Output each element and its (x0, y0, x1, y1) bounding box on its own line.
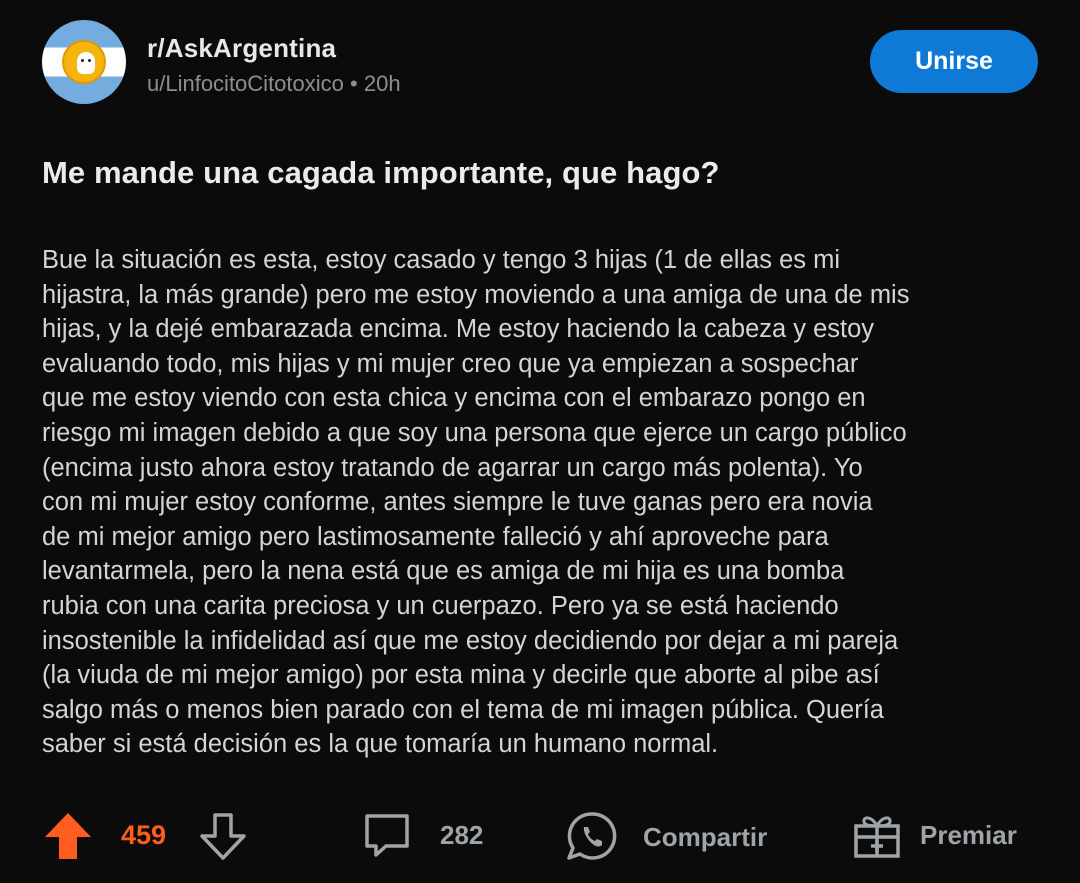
body-line: que me estoy viendo con esta chica y enc… (42, 384, 866, 413)
post-body: Bue la situación es esta, estoy casado y… (42, 243, 1042, 762)
sun-icon (62, 40, 106, 84)
whatsapp-icon (567, 812, 617, 860)
subreddit-avatar-icon[interactable] (42, 20, 126, 104)
body-line: Bue la situación es esta, estoy casado y… (42, 246, 841, 274)
comment-count: 282 (440, 819, 484, 850)
vote-count: 459 (121, 820, 167, 850)
share-label: Compartir (643, 821, 768, 852)
upvote-arrow-icon (45, 813, 91, 859)
body-line: hijastra, la más grande) pero me estoy m… (42, 280, 910, 309)
join-button[interactable]: Unirse (870, 30, 1038, 93)
meta-separator: • (350, 71, 358, 96)
upvote-button[interactable] (42, 810, 94, 862)
downvote-button[interactable] (198, 812, 248, 862)
post-header: r/AskArgentina u/LinfocitoCitotoxico • 2… (42, 20, 1038, 104)
post-title: Me mande una cagada importante, que hago… (42, 155, 720, 190)
body-line: saber si está decisión es la que tomaría… (42, 730, 719, 759)
body-line: salgo más o menos bien parado con el tem… (42, 695, 884, 724)
award-label: Premiar (920, 819, 1017, 850)
body-line: (encima justo ahora estoy tratando de ag… (42, 453, 863, 482)
post-screen: r/AskArgentina u/LinfocitoCitotoxico • 2… (0, 0, 1080, 883)
comments-button[interactable]: 282 (362, 810, 483, 860)
body-line: levantarmela, pero la nena está que es a… (42, 557, 845, 586)
post-meta: u/LinfocitoCitotoxico • 20h (147, 71, 401, 97)
body-line: hijas, y la dejé embarazada encima. Me e… (42, 315, 875, 344)
award-button[interactable]: Premiar (852, 810, 1017, 860)
gift-icon (854, 816, 900, 858)
downvote-arrow-icon (200, 813, 246, 860)
mascot-face-icon (77, 52, 95, 74)
body-line: insostenible la infidelidad así que me e… (42, 626, 899, 655)
body-line: con mi mujer estoy conforme, antes siemp… (42, 488, 873, 517)
comment-bubble-icon (365, 814, 409, 857)
body-line: riesgo mi imagen debido a que soy una pe… (42, 418, 907, 447)
body-line: (la viuda de mi mejor amigo) por esta mi… (42, 661, 880, 690)
body-line: rubia con una carita preciosa y un cuerp… (42, 591, 839, 620)
author-name[interactable]: u/LinfocitoCitotoxico (147, 71, 344, 96)
post-age: 20h (363, 71, 401, 96)
action-bar: 459 282 Compartir Premiar (0, 800, 1080, 872)
body-line: evaluando todo, mis hijas y mi mujer cre… (42, 349, 859, 378)
share-button[interactable]: Compartir (565, 810, 767, 864)
subreddit-name[interactable]: r/AskArgentina (147, 33, 336, 64)
body-line: de mi mejor amigo pero lastimosamente fa… (42, 522, 829, 551)
